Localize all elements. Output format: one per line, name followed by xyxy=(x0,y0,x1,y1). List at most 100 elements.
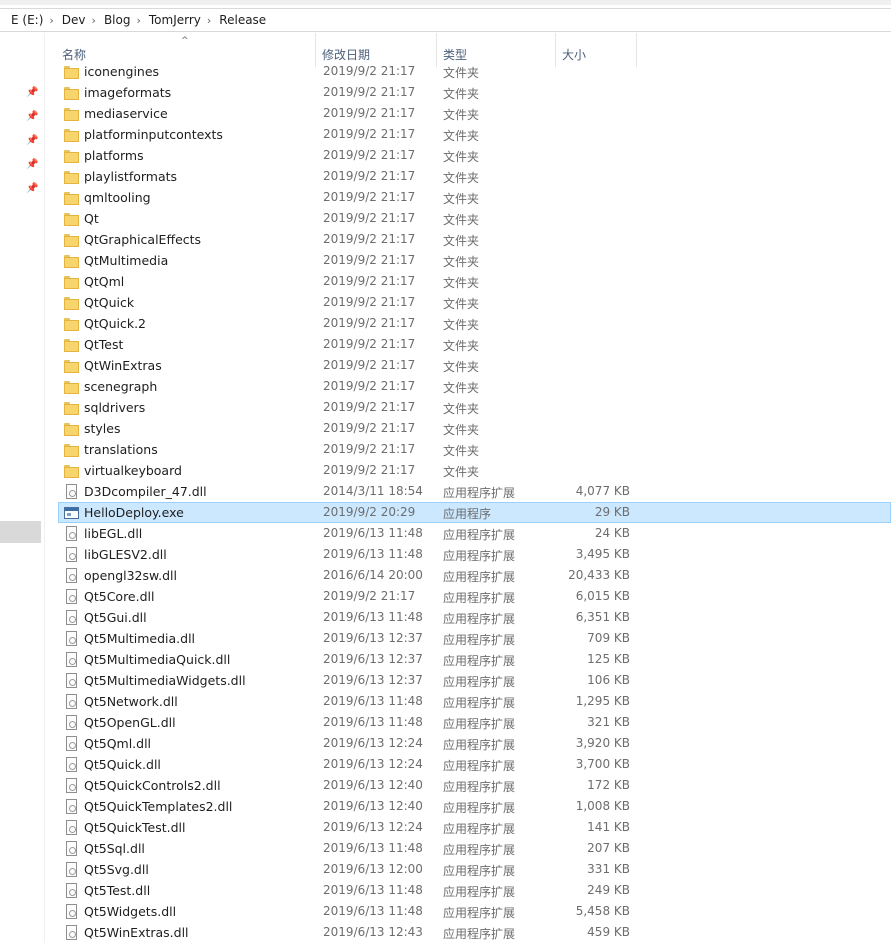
file-row[interactable]: Qt5MultimediaWidgets.dll 2019/6/13 12:37 应… xyxy=(58,670,891,691)
folder-icon xyxy=(64,380,79,394)
file-row[interactable]: opengl32sw.dll 2016/6/14 20:00 应用程序扩展 20,43… xyxy=(58,565,891,586)
chevron-right-icon[interactable]: › xyxy=(136,14,140,27)
file-row[interactable]: mediaservice 2019/9/2 21:17 文件夹 xyxy=(58,103,891,124)
breadcrumb-release[interactable]: Release xyxy=(217,9,268,31)
file-row[interactable]: QtQml 2019/9/2 21:17 文件夹 xyxy=(58,271,891,292)
pin-icon[interactable]: 📌 xyxy=(26,159,38,171)
file-row[interactable]: Qt5Sql.dll 2019/6/13 11:48 应用程序扩展 207 KB xyxy=(58,838,891,859)
dll-file-icon xyxy=(66,757,77,772)
file-size: 1,295 KB xyxy=(575,694,630,708)
file-date: 2019/6/13 12:37 xyxy=(323,673,423,687)
file-name: Qt5Svg.dll xyxy=(84,862,149,877)
file-row[interactable]: playlistformats 2019/9/2 21:17 文件夹 xyxy=(58,166,891,187)
file-type: 应用程序扩展 xyxy=(443,486,516,500)
file-row[interactable]: Qt5QuickControls2.dll 2019/6/13 12:40 应用程序… xyxy=(58,775,891,796)
file-row[interactable]: Qt5Multimedia.dll 2019/6/13 12:37 应用程序扩展 70… xyxy=(58,628,891,649)
file-row[interactable]: imageformats 2019/9/2 21:17 文件夹 xyxy=(58,82,891,103)
file-name: Qt5Quick.dll xyxy=(84,757,161,772)
file-row[interactable]: Qt5Widgets.dll 2019/6/13 11:48 应用程序扩展 5,458… xyxy=(58,901,891,922)
file-date: 2019/9/2 21:17 xyxy=(323,295,416,309)
file-type: 应用程序扩展 xyxy=(443,633,516,647)
file-row[interactable]: virtualkeyboard 2019/9/2 21:17 文件夹 xyxy=(58,460,891,481)
file-name: sqldrivers xyxy=(84,400,146,415)
file-row[interactable]: QtQuick 2019/9/2 21:17 文件夹 xyxy=(58,292,891,313)
file-type: 应用程序扩展 xyxy=(443,570,516,584)
file-row[interactable]: Qt5Network.dll 2019/6/13 11:48 应用程序扩展 1,295… xyxy=(58,691,891,712)
chevron-right-icon[interactable]: › xyxy=(49,14,53,27)
file-date: 2019/9/2 21:17 xyxy=(323,253,416,267)
folder-icon xyxy=(64,149,79,163)
file-row[interactable]: Qt5Qml.dll 2019/6/13 12:24 应用程序扩展 3,920 KB xyxy=(58,733,891,754)
file-row[interactable]: Qt5Quick.dll 2019/6/13 12:24 应用程序扩展 3,700 K… xyxy=(58,754,891,775)
pane-divider[interactable] xyxy=(44,33,45,943)
file-date: 2019/9/2 21:17 xyxy=(323,421,416,435)
chevron-right-icon[interactable]: › xyxy=(207,14,211,27)
file-row[interactable]: QtTest 2019/9/2 21:17 文件夹 xyxy=(58,334,891,355)
file-name: virtualkeyboard xyxy=(84,463,182,478)
application-icon xyxy=(64,507,79,519)
file-row[interactable]: Qt 2019/9/2 21:17 文件夹 xyxy=(58,208,891,229)
folder-icon xyxy=(64,86,79,100)
file-row[interactable]: Qt5QuickTemplates2.dll 2019/6/13 12:40 应用程… xyxy=(58,796,891,817)
file-row[interactable]: libGLESV2.dll 2019/6/13 11:48 应用程序扩展 3,495 … xyxy=(58,544,891,565)
file-name: Qt5MultimediaWidgets.dll xyxy=(84,673,246,688)
file-row[interactable]: Qt5Test.dll 2019/6/13 11:48 应用程序扩展 249 KB xyxy=(58,880,891,901)
chevron-right-icon[interactable]: › xyxy=(92,14,96,27)
file-type: 应用程序扩展 xyxy=(443,801,516,815)
file-row[interactable]: translations 2019/9/2 21:17 文件夹 xyxy=(58,439,891,460)
file-date: 2019/9/2 21:17 xyxy=(323,400,416,414)
file-row[interactable]: HelloDeploy.exe 2019/9/2 20:29 应用程序 29 KB xyxy=(58,502,891,523)
file-size: 141 KB xyxy=(587,820,630,834)
file-type: 应用程序扩展 xyxy=(443,864,516,878)
file-size: 3,495 KB xyxy=(575,547,630,561)
file-row[interactable]: iconengines 2019/9/2 21:17 文件夹 xyxy=(58,61,891,82)
nav-selected-item[interactable] xyxy=(0,521,41,543)
file-type: 应用程序扩展 xyxy=(443,612,516,626)
file-row[interactable]: Qt5MultimediaQuick.dll 2019/6/13 12:37 应用程… xyxy=(58,649,891,670)
file-type: 应用程序扩展 xyxy=(443,843,516,857)
dll-file-icon xyxy=(66,799,77,814)
dll-file-icon xyxy=(66,925,77,940)
file-row[interactable]: QtMultimedia 2019/9/2 21:17 文件夹 xyxy=(58,250,891,271)
pin-icon[interactable]: 📌 xyxy=(26,111,38,123)
breadcrumb-drive[interactable]: E (E:) xyxy=(0,9,45,31)
dll-file-icon xyxy=(66,589,77,604)
address-bar[interactable]: E (E:) › Dev › Blog › TomJerry › Release xyxy=(0,8,891,32)
file-row[interactable]: Qt5Svg.dll 2019/6/13 12:00 应用程序扩展 331 KB xyxy=(58,859,891,880)
file-row[interactable]: platforms 2019/9/2 21:17 文件夹 xyxy=(58,145,891,166)
breadcrumb-blog[interactable]: Blog xyxy=(102,9,133,31)
file-row[interactable]: Qt5OpenGL.dll 2019/6/13 11:48 应用程序扩展 321 KB xyxy=(58,712,891,733)
dll-file-icon xyxy=(66,862,77,877)
file-row[interactable]: libEGL.dll 2019/6/13 11:48 应用程序扩展 24 KB xyxy=(58,523,891,544)
file-row[interactable]: QtWinExtras 2019/9/2 21:17 文件夹 xyxy=(58,355,891,376)
pin-icon[interactable]: 📌 xyxy=(26,135,38,147)
file-row[interactable]: scenegraph 2019/9/2 21:17 文件夹 xyxy=(58,376,891,397)
file-date: 2019/6/13 11:48 xyxy=(323,715,423,729)
dll-file-icon xyxy=(66,526,77,541)
file-row[interactable]: qmltooling 2019/9/2 21:17 文件夹 xyxy=(58,187,891,208)
file-row[interactable]: sqldrivers 2019/9/2 21:17 文件夹 xyxy=(58,397,891,418)
file-name: platforms xyxy=(84,148,144,163)
file-row[interactable]: D3Dcompiler_47.dll 2014/3/11 18:54 应用程序扩展 4… xyxy=(58,481,891,502)
file-size: 24 KB xyxy=(594,526,630,540)
file-row[interactable]: QtGraphicalEffects 2019/9/2 21:17 文件夹 xyxy=(58,229,891,250)
file-date: 2019/9/2 21:17 xyxy=(323,232,416,246)
file-date: 2019/9/2 21:17 xyxy=(323,148,416,162)
file-size: 321 KB xyxy=(587,715,630,729)
file-name: opengl32sw.dll xyxy=(84,568,177,583)
file-row[interactable]: platforminputcontexts 2019/9/2 21:17 文件夹 xyxy=(58,124,891,145)
file-type: 文件夹 xyxy=(443,402,480,416)
file-name: libGLESV2.dll xyxy=(84,547,167,562)
file-row[interactable]: styles 2019/9/2 21:17 文件夹 xyxy=(58,418,891,439)
file-row[interactable]: Qt5QuickTest.dll 2019/6/13 12:24 应用程序扩展 141… xyxy=(58,817,891,838)
file-row[interactable]: Qt5WinExtras.dll 2019/6/13 12:43 应用程序扩展 459… xyxy=(58,922,891,943)
breadcrumb-dev[interactable]: Dev xyxy=(60,9,88,31)
breadcrumb-tomjerry[interactable]: TomJerry xyxy=(147,9,203,31)
file-row[interactable]: Qt5Core.dll 2019/9/2 21:17 应用程序扩展 6,015 KB xyxy=(58,586,891,607)
file-row[interactable]: QtQuick.2 2019/9/2 21:17 文件夹 xyxy=(58,313,891,334)
file-type: 应用程序 xyxy=(443,507,492,521)
pin-icon[interactable]: 📌 xyxy=(26,183,38,195)
pin-icon[interactable]: 📌 xyxy=(26,87,38,99)
file-row[interactable]: Qt5Gui.dll 2019/6/13 11:48 应用程序扩展 6,351 KB xyxy=(58,607,891,628)
file-name: Qt5QuickTest.dll xyxy=(84,820,186,835)
